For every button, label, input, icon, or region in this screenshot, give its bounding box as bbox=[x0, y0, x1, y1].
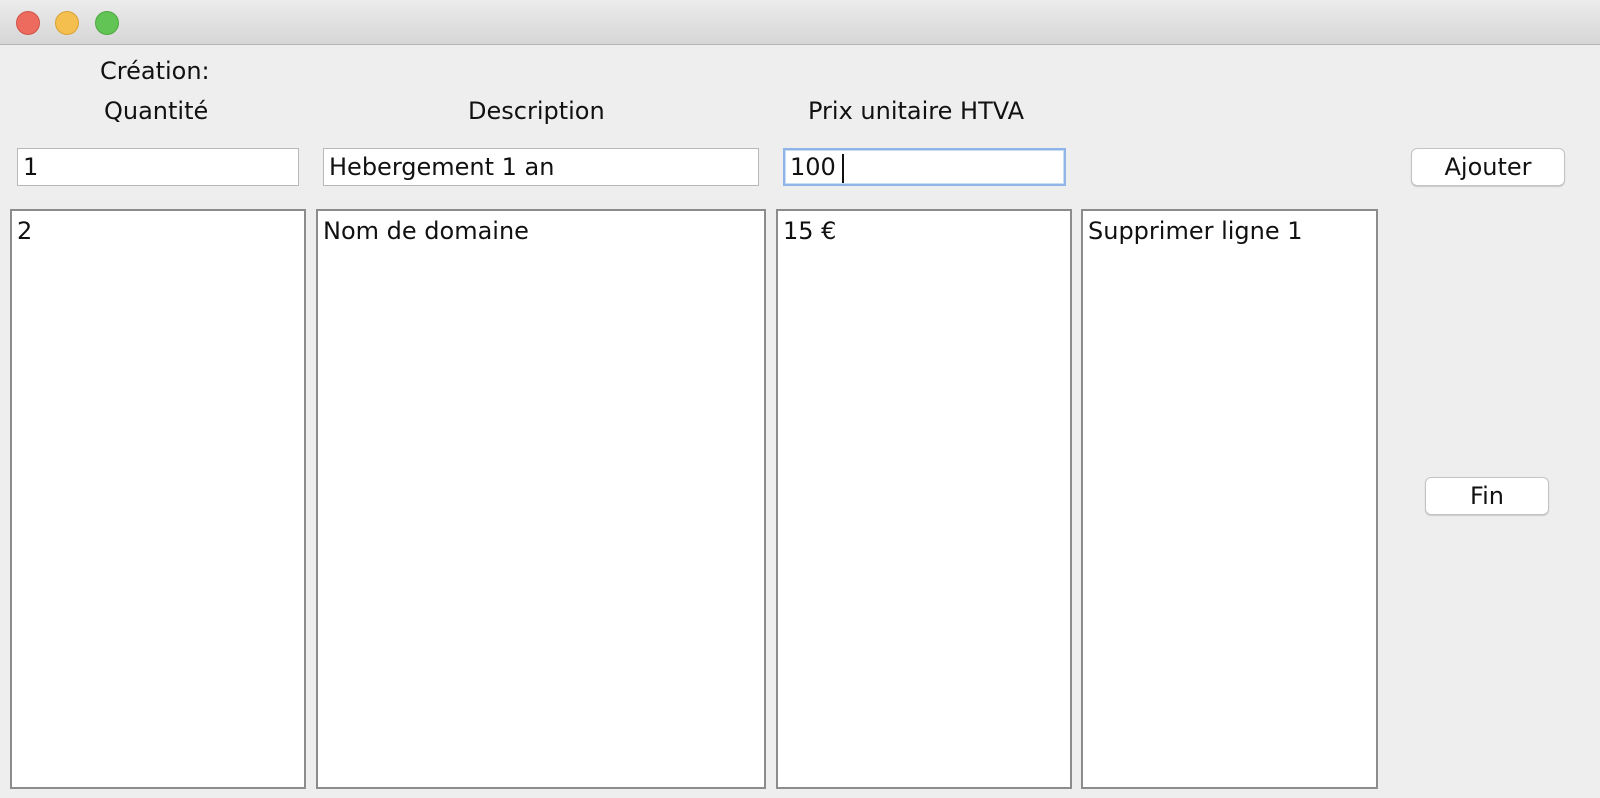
actions-list[interactable]: Supprimer ligne 1 bbox=[1081, 209, 1378, 789]
close-window-button[interactable] bbox=[16, 11, 40, 35]
quantity-list[interactable]: 2 bbox=[10, 209, 306, 789]
unit-price-input[interactable] bbox=[783, 148, 1066, 186]
quantity-input[interactable] bbox=[17, 148, 299, 186]
description-list[interactable]: Nom de domaine bbox=[316, 209, 766, 789]
list-item[interactable]: 15 € bbox=[778, 211, 1070, 245]
list-item[interactable]: Nom de domaine bbox=[318, 211, 764, 245]
maximize-window-button[interactable] bbox=[95, 11, 119, 35]
quantity-header: Quantité bbox=[104, 97, 209, 125]
unit-price-list[interactable]: 15 € bbox=[776, 209, 1072, 789]
description-input[interactable] bbox=[323, 148, 759, 186]
text-caret bbox=[842, 154, 844, 183]
minimize-window-button[interactable] bbox=[55, 11, 79, 35]
description-header: Description bbox=[468, 97, 605, 125]
list-item[interactable]: 2 bbox=[12, 211, 304, 245]
title-bar bbox=[0, 0, 1600, 45]
finish-button[interactable]: Fin bbox=[1425, 477, 1549, 515]
unit-price-header: Prix unitaire HTVA bbox=[808, 97, 1025, 125]
list-item[interactable]: Supprimer ligne 1 bbox=[1083, 211, 1376, 245]
add-button[interactable]: Ajouter bbox=[1411, 148, 1565, 186]
section-label: Création: bbox=[100, 57, 210, 85]
app-window: Création: Quantité Description Prix unit… bbox=[0, 0, 1600, 798]
